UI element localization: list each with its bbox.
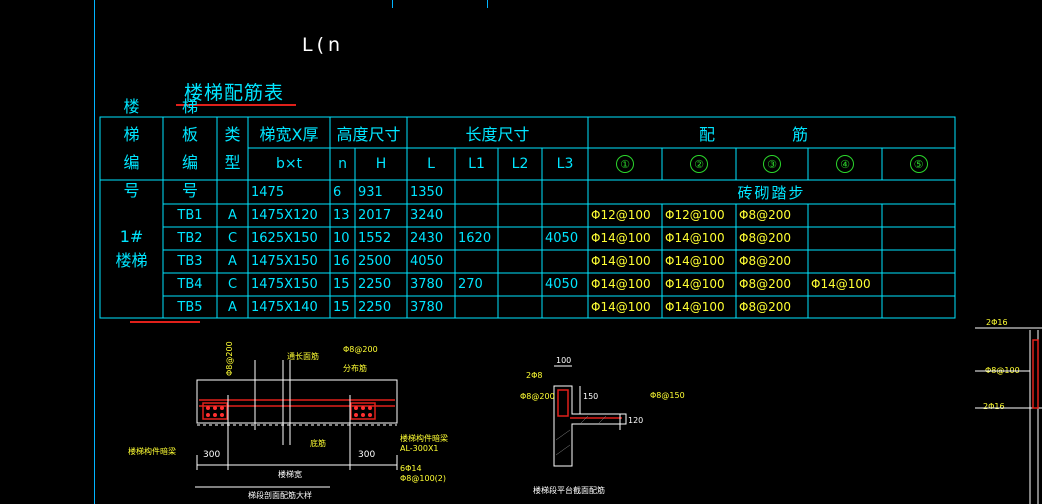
- detail-right-drawing: [975, 327, 1042, 504]
